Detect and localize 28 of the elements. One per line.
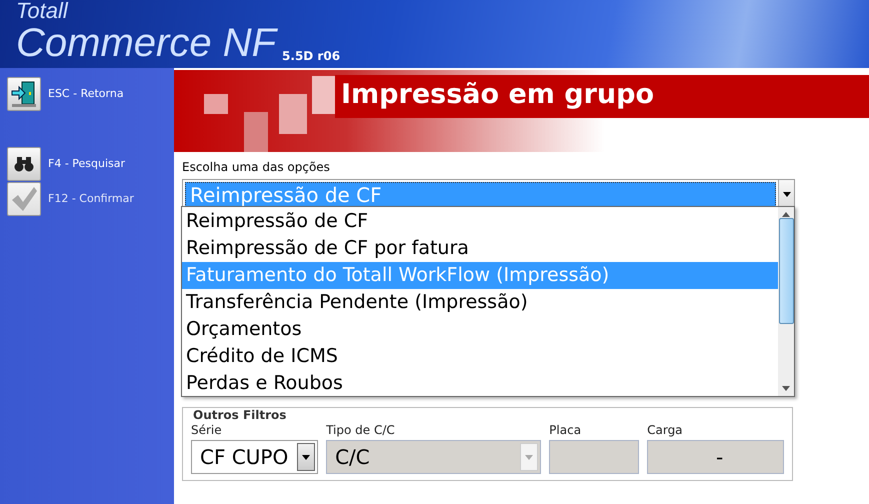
action-label: F12 - Confirmar (48, 192, 134, 205)
page-title: Impressão em grupo (335, 75, 869, 118)
field-label: Série (191, 423, 223, 437)
check-mark-icon (10, 186, 38, 212)
binoculars-icon (14, 156, 34, 172)
field-label: Tipo de C/C (326, 423, 396, 437)
dropdown-option[interactable]: Perdas e Roubos (182, 370, 778, 397)
action-button[interactable] (7, 146, 41, 180)
exit-door-icon (10, 80, 38, 108)
dropdown-option[interactable]: Reimpressão de CF (182, 208, 778, 235)
dropdown-option[interactable]: Crédito de ICMS (182, 343, 778, 370)
group-legend: Outros Filtros (191, 409, 288, 422)
brand-name: Commerce NF (16, 22, 276, 64)
select-field[interactable]: CF CUPO (191, 440, 318, 474)
scrollbar-thumb[interactable] (778, 218, 794, 324)
scroll-down-icon[interactable] (782, 386, 790, 391)
field-label: Placa (549, 423, 582, 437)
action-button[interactable] (7, 76, 41, 110)
field-label: Carga (647, 423, 684, 437)
brand-name: Totall (16, 0, 70, 22)
dropdown-option[interactable]: Reimpressão de CF por fatura (182, 235, 778, 262)
action-label: F4 - Pesquisar (48, 157, 126, 170)
dropdown-option[interactable]: Transferência Pendente (Impressão) (182, 289, 778, 316)
scrollbar[interactable] (778, 207, 794, 396)
version-label: 5.5D r06 (282, 49, 340, 63)
dropdown-option[interactable]: Orçamentos (182, 316, 778, 343)
action-label: ESC - Retorna (48, 87, 124, 100)
options-label: Escolha uma das opções (182, 160, 331, 174)
